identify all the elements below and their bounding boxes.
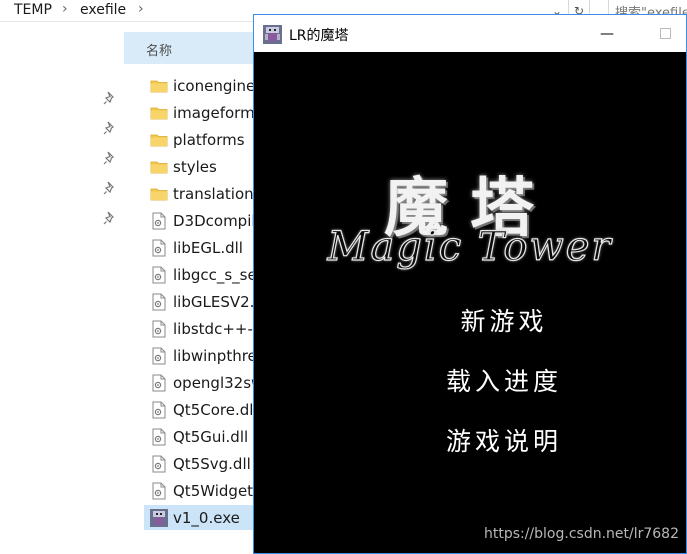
title-bar[interactable]: LR的魔塔 —	[254, 15, 686, 52]
pin-icon[interactable]	[103, 120, 117, 135]
column-header-label: 名称	[146, 44, 173, 59]
dll-file-icon	[150, 212, 168, 230]
folder-icon	[150, 131, 168, 149]
dll-file-icon	[150, 266, 168, 284]
file-name: opengl32sw.dll	[173, 373, 264, 392]
game-instructions-button[interactable]: 游戏说明	[254, 422, 687, 458]
dll-file-icon	[150, 401, 168, 419]
folder-icon	[150, 158, 168, 176]
file-row[interactable]: imageformats	[144, 100, 264, 125]
file-name: libGLESV2.dll	[173, 292, 264, 311]
file-row[interactable]: iconengines	[144, 73, 264, 98]
app-icon	[263, 25, 282, 44]
file-row[interactable]: styles	[144, 154, 264, 179]
file-name: Qt5Gui.dll	[173, 427, 249, 446]
file-name: styles	[173, 157, 217, 176]
file-row[interactable]: Qt5Widgets.dll	[144, 478, 264, 503]
pin-icon[interactable]	[103, 90, 117, 105]
file-name: libEGL.dll	[173, 238, 243, 257]
folder-icon	[150, 104, 168, 122]
dll-file-icon	[150, 320, 168, 338]
file-row[interactable]: libwinpthread-1.dll	[144, 343, 264, 368]
file-name: libstdc++-6.dll	[173, 319, 264, 338]
file-row[interactable]: libstdc++-6.dll	[144, 316, 264, 341]
breadcrumb-temp[interactable]: TEMP	[14, 2, 52, 18]
file-row[interactable]: v1_0.exe	[144, 505, 264, 530]
file-row[interactable]: libGLESV2.dll	[144, 289, 264, 314]
pin-icon[interactable]	[103, 180, 117, 195]
file-row[interactable]: translations	[144, 181, 264, 206]
logo-english-title: Magic Tower	[327, 223, 613, 270]
file-name: v1_0.exe	[173, 508, 240, 527]
window-title: LR的魔塔	[289, 28, 349, 44]
dll-file-icon	[150, 293, 168, 311]
folder-icon	[150, 77, 168, 95]
file-name: platforms	[173, 130, 245, 149]
file-row[interactable]: Qt5Gui.dll	[144, 424, 264, 449]
breadcrumb-exefile[interactable]: exefile	[80, 2, 126, 18]
column-header-name[interactable]: 名称	[124, 32, 264, 64]
file-row[interactable]: libEGL.dll	[144, 235, 264, 260]
pin-icon[interactable]	[103, 210, 117, 225]
file-name: imageformats	[173, 103, 264, 122]
file-row[interactable]: Qt5Svg.dll	[144, 451, 264, 476]
file-name: Qt5Svg.dll	[173, 454, 251, 473]
file-row[interactable]: libgcc_s_seh-1.dll	[144, 262, 264, 287]
file-row[interactable]: D3Dcompiler_47.dll	[144, 208, 264, 233]
game-canvas[interactable]: 魔塔 Magic Tower 新游戏 载入进度 游戏说明	[254, 52, 686, 553]
file-row[interactable]: opengl32sw.dll	[144, 370, 264, 395]
folder-icon	[150, 185, 168, 203]
dll-file-icon	[150, 428, 168, 446]
breadcrumb-chevron-icon[interactable]: ›	[138, 1, 144, 17]
file-row[interactable]: Qt5Core.dll	[144, 397, 264, 422]
file-name: libgcc_s_seh-1.dll	[173, 265, 264, 284]
game-window: LR的魔塔 — 魔塔 Magic Tower 新游戏 载入进度 游戏说明	[253, 14, 687, 554]
file-name: libwinpthread-1.dll	[173, 346, 264, 365]
dll-file-icon	[150, 455, 168, 473]
minimize-icon[interactable]: —	[592, 15, 622, 52]
breadcrumb-chevron-icon[interactable]: ›	[62, 1, 68, 17]
file-name: translations	[173, 184, 262, 203]
maximize-icon[interactable]	[650, 15, 680, 52]
dll-file-icon	[150, 347, 168, 365]
navigation-pane	[0, 22, 124, 554]
file-row[interactable]: platforms	[144, 127, 264, 152]
file-name: D3Dcompiler_47.dll	[173, 211, 264, 230]
file-name: Qt5Core.dll	[173, 400, 258, 419]
file-name: Qt5Widgets.dll	[173, 481, 264, 500]
watermark: https://blog.csdn.net/lr7682	[483, 526, 679, 542]
load-progress-button[interactable]: 载入进度	[254, 362, 687, 398]
exe-icon	[150, 508, 168, 527]
dll-file-icon	[150, 482, 168, 500]
new-game-button[interactable]: 新游戏	[254, 302, 687, 338]
file-name: iconengines	[173, 76, 264, 95]
dll-file-icon	[150, 374, 168, 392]
dll-file-icon	[150, 239, 168, 257]
pin-icon[interactable]	[103, 150, 117, 165]
